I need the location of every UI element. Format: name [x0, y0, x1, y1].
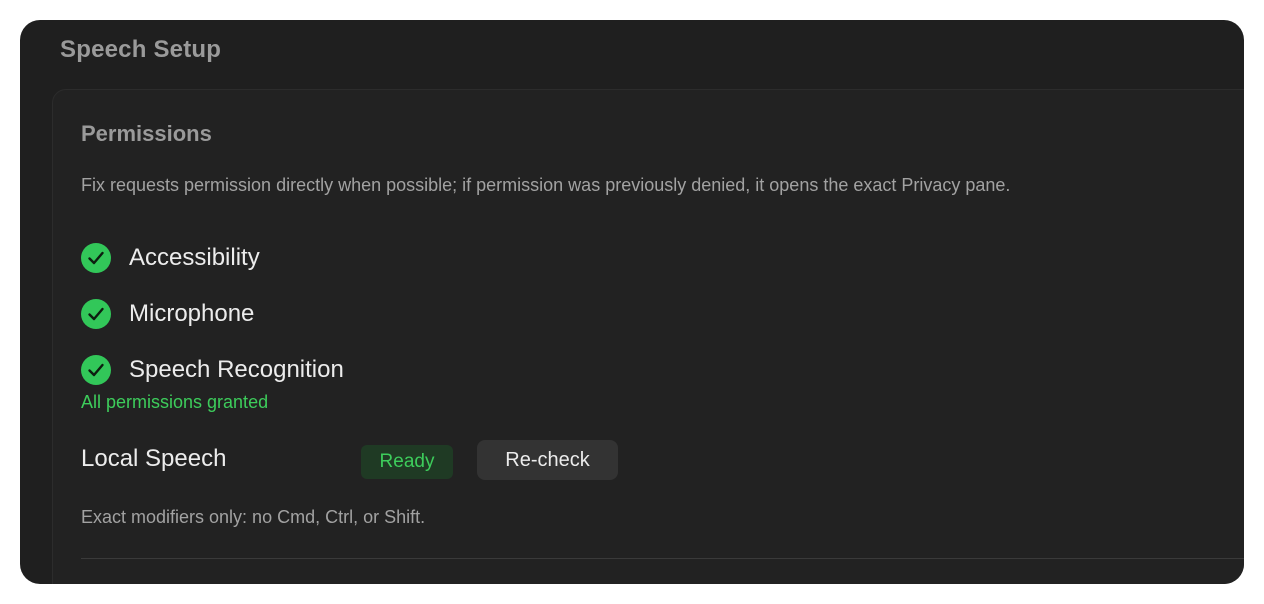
recheck-button[interactable]: Re-check [477, 440, 618, 480]
permissions-card: Permissions Fix requests permission dire… [52, 89, 1244, 584]
check-circle-icon [81, 243, 111, 273]
permissions-section-title: Permissions [81, 121, 212, 146]
local-speech-label: Local Speech [81, 445, 227, 472]
status-badge: Ready [361, 445, 453, 479]
check-circle-icon [81, 355, 111, 385]
speech-setup-window: Speech Setup Permissions Fix requests pe… [20, 20, 1244, 584]
page-title: Speech Setup [60, 36, 222, 63]
permissions-description: Fix requests permission directly when po… [81, 175, 1011, 195]
permissions-status: All permissions granted [81, 392, 269, 412]
permission-label-accessibility: Accessibility [129, 244, 260, 271]
divider [81, 558, 1244, 559]
permission-row-accessibility: Accessibility [81, 243, 260, 273]
permission-row-microphone: Microphone [81, 299, 254, 329]
permission-row-speech-recognition: Speech Recognition [81, 355, 344, 385]
permission-label-microphone: Microphone [129, 300, 255, 327]
modifiers-footnote: Exact modifiers only: no Cmd, Ctrl, or S… [81, 507, 426, 527]
permission-label-speech-recognition: Speech Recognition [129, 356, 344, 383]
check-circle-icon [81, 299, 111, 329]
